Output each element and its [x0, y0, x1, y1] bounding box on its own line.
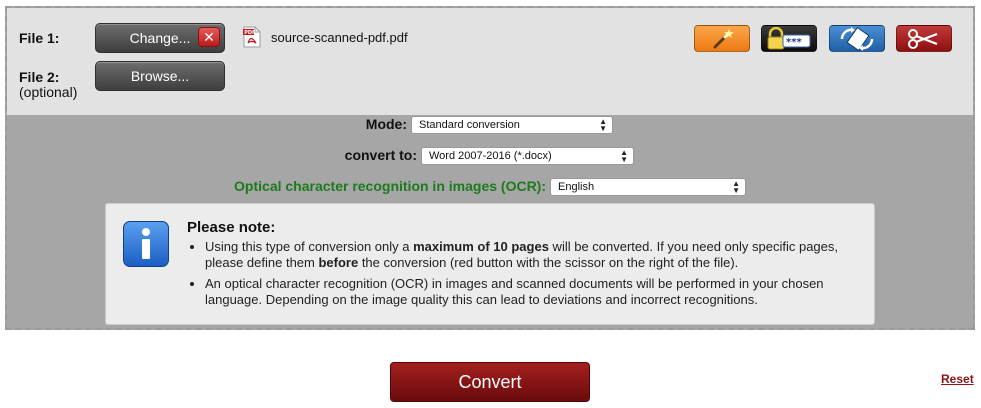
- convert-to-select[interactable]: Word 2007-2016 (*.docx) ▲ ▼: [421, 147, 634, 165]
- note-emphasis: maximum of 10 pages: [413, 239, 549, 254]
- rotate-page-button[interactable]: [829, 25, 885, 52]
- file2-label: File 2:: [19, 69, 60, 85]
- note-title: Please note:: [187, 219, 276, 236]
- rotate-page-icon: [840, 26, 874, 51]
- note-text: the conversion (red button with the scis…: [358, 255, 739, 270]
- magic-wand-button[interactable]: [694, 25, 750, 52]
- lock-password-icon: ***: [767, 26, 811, 49]
- note-item-ocr: An optical character recognition (OCR) i…: [205, 276, 855, 308]
- scissors-icon: [908, 28, 938, 49]
- select-arrows-icon: ▲ ▼: [599, 117, 607, 133]
- file1-label: File 1:: [19, 30, 60, 46]
- password-protect-button[interactable]: ***: [761, 25, 817, 52]
- remove-file-icon[interactable]: ✕: [198, 27, 220, 47]
- magic-wand-icon: [713, 28, 734, 48]
- file1-name: source-scanned-pdf.pdf: [271, 30, 408, 45]
- convert-to-selected-value: Word 2007-2016 (*.docx): [429, 150, 552, 162]
- ocr-language-select[interactable]: English ▲ ▼: [550, 178, 746, 196]
- pdf-icon: PDF: [243, 26, 261, 48]
- mode-select[interactable]: Standard conversion ▲ ▼: [411, 116, 613, 134]
- convert-to-label: convert to:: [344, 147, 417, 163]
- select-arrows-icon: ▲ ▼: [732, 179, 740, 195]
- mode-label: Mode:: [365, 116, 407, 132]
- info-icon: [123, 221, 169, 267]
- note-list: Using this type of conversion only a max…: [205, 239, 855, 313]
- file2-optional-label: (optional): [19, 84, 78, 100]
- svg-text:PDF: PDF: [244, 30, 255, 36]
- mode-selected-value: Standard conversion: [419, 119, 520, 131]
- note-item-page-limit: Using this type of conversion only a max…: [205, 239, 855, 271]
- ocr-label: Optical character recognition in images …: [234, 178, 546, 194]
- select-arrows-icon: ▲ ▼: [620, 148, 628, 164]
- file-selection-area: File 1: Change... ✕ PDF source-scanned-p…: [7, 8, 973, 115]
- ocr-selected-value: English: [558, 181, 595, 193]
- split-pages-button[interactable]: [896, 25, 952, 52]
- browse-file-button[interactable]: Browse...: [95, 61, 225, 91]
- note-box: Please note: Using this type of conversi…: [105, 203, 875, 325]
- note-text: Using this type of conversion only a: [205, 239, 414, 254]
- note-emphasis: before: [318, 255, 359, 270]
- conversion-panel: File 1: Change... ✕ PDF source-scanned-p…: [5, 6, 975, 330]
- convert-button[interactable]: Convert: [390, 362, 590, 402]
- reset-link[interactable]: Reset: [941, 372, 974, 386]
- svg-text:***: ***: [786, 37, 802, 48]
